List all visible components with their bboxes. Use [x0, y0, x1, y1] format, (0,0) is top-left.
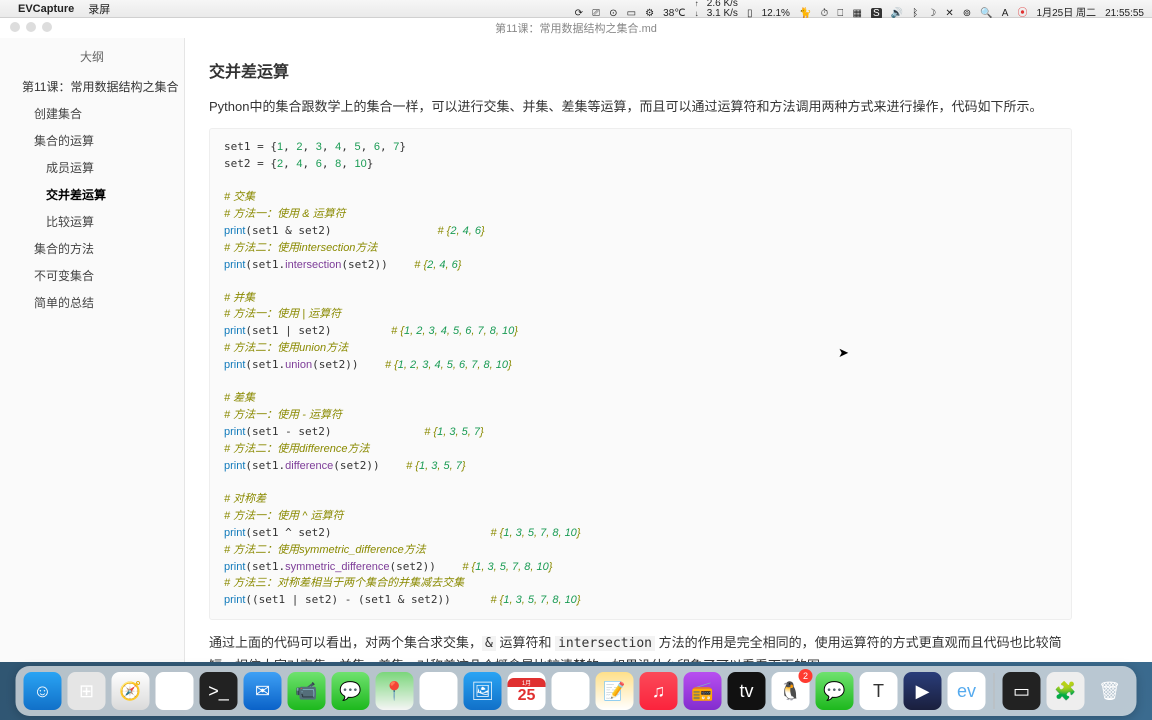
dock-mail-icon[interactable]: ✉ [244, 672, 282, 710]
outline-root[interactable]: 第11课：常用数据结构之集合 [0, 73, 184, 100]
outline-item[interactable]: 集合的运算 [0, 127, 184, 154]
traffic-lights[interactable] [10, 22, 52, 32]
search-icon[interactable]: 🔍 [980, 8, 992, 19]
outline-item[interactable]: 比较运算 [0, 208, 184, 235]
dock-tv-icon[interactable]: tv [728, 672, 766, 710]
editor-window: 第11课：常用数据结构之集合.md 大纲 第11课：常用数据结构之集合 创建集合… [0, 18, 1152, 662]
outline-item[interactable]: 成员运算 [0, 154, 184, 181]
dock-trash-icon[interactable]: 🗑 [1091, 672, 1129, 710]
shortcut-icon[interactable]: ✕ [945, 8, 953, 19]
monitor-icon[interactable]: ⎚ [592, 8, 600, 19]
dock-terminal-icon[interactable]: >_ [200, 672, 238, 710]
bluetooth-icon[interactable]: ᛒ [912, 8, 918, 19]
section-heading: 交并差运算 [209, 58, 1072, 82]
dock-typora-icon[interactable]: T [860, 672, 898, 710]
outline-item[interactable]: 创建集合 [0, 100, 184, 127]
intro-paragraph: Python中的集合跟数学上的集合一样，可以进行交集、并集、差集等运算，而且可以… [209, 96, 1072, 118]
time[interactable]: 21:55:55 [1105, 8, 1144, 19]
s-icon[interactable]: S [871, 8, 882, 19]
outline-item[interactable]: 集合的方法 [0, 235, 184, 262]
a-icon[interactable]: A [1002, 8, 1009, 19]
menubar: EVCapture 录屏 ⟳ ⎚ ⊙ ▭ ⚙ 38℃ ↑ 2.6 K/s↓ 3.… [0, 0, 1152, 18]
dock-chrome-icon[interactable]: ◉ [156, 672, 194, 710]
dock-launchpad-icon[interactable]: ⊞ [68, 672, 106, 710]
battery-percent: 12.1% [762, 8, 790, 19]
article-content: 交并差运算 Python中的集合跟数学上的集合一样，可以进行交集、并集、差集等运… [185, 38, 1152, 662]
dock-notes-icon[interactable]: 📝 [596, 672, 634, 710]
dock: ☺⊞🧭◉>_✉📹💬📍✿🖼1月25☰📝♫📻tv🐧2💬T▶ev▭🧩🗑 [16, 666, 1137, 716]
dnd-icon[interactable]: ☽ [927, 8, 936, 19]
net-speed: ↑ 2.6 K/s↓ 3.1 K/s [695, 0, 738, 19]
menu-item[interactable]: 录屏 [88, 1, 110, 17]
code-block[interactable]: set1 = {1, 2, 3, 4, 5, 6, 7} set2 = {2, … [209, 128, 1072, 620]
window-title: 第11课：常用数据结构之集合.md [495, 20, 657, 36]
titlebar: 第11课：常用数据结构之集合.md [0, 18, 1152, 38]
dock-music-icon[interactable]: ♫ [640, 672, 678, 710]
dock-maps-icon[interactable]: 📍 [376, 672, 414, 710]
record-icon[interactable]: ⦿ [1017, 4, 1027, 19]
loader-icon[interactable]: ⟳ [575, 8, 583, 19]
temp-indicator: 38℃ [663, 8, 685, 19]
camera-icon[interactable]: ⊙ [609, 8, 617, 19]
dock-preview-icon[interactable]: 🖼 [464, 672, 502, 710]
timer-icon[interactable]: ⏱ [821, 8, 829, 19]
dock-safari-icon[interactable]: 🧭 [112, 672, 150, 710]
display-icon[interactable]: ▭ [627, 8, 636, 19]
dock-wechat-icon[interactable]: 💬 [816, 672, 854, 710]
volume-icon[interactable]: 🔊 [891, 8, 903, 19]
dock-player-icon[interactable]: ▶ [904, 672, 942, 710]
dock-desktop-icon[interactable]: ▭ [1003, 672, 1041, 710]
outline-item[interactable]: 交并差运算 [0, 181, 184, 208]
dock-qq-icon[interactable]: 🐧2 [772, 672, 810, 710]
dock-calendar-icon[interactable]: 1月25 [508, 672, 546, 710]
dock-evcapture-icon[interactable]: ev [948, 672, 986, 710]
outline-item[interactable]: 简单的总结 [0, 289, 184, 316]
rect-icon[interactable]: ⎕ [837, 8, 843, 19]
dock-facetime-icon[interactable]: 📹 [288, 672, 326, 710]
window-icon[interactable]: ▦ [852, 8, 861, 19]
app-name[interactable]: EVCapture [18, 3, 74, 15]
sidebar-title: 大纲 [0, 48, 184, 65]
dock-file-icon[interactable]: 🧩 [1047, 672, 1085, 710]
dock-photos-icon[interactable]: ✿ [420, 672, 458, 710]
gear-icon[interactable]: ⚙ [645, 8, 654, 19]
outro-paragraph: 通过上面的代码可以看出，对两个集合求交集，& 运算符和 intersection… [209, 632, 1072, 662]
dock-podcasts-icon[interactable]: 📻 [684, 672, 722, 710]
outline-item[interactable]: 不可变集合 [0, 262, 184, 289]
dock-messages-icon[interactable]: 💬 [332, 672, 370, 710]
date[interactable]: 1月25日 周二 [1037, 4, 1096, 19]
outline-sidebar: 大纲 第11课：常用数据结构之集合 创建集合集合的运算成员运算交并差运算比较运算… [0, 38, 185, 662]
menubar-status: ⟳ ⎚ ⊙ ▭ ⚙ 38℃ ↑ 2.6 K/s↓ 3.1 K/s ▯ 12.1%… [569, 0, 1144, 19]
dock-finder-icon[interactable]: ☺ [24, 672, 62, 710]
wifi-icon[interactable]: ⊚ [963, 8, 971, 19]
battery-icon[interactable]: ▯ [747, 8, 753, 19]
animal-icon[interactable]: 🐈 [799, 8, 811, 19]
dock-reminders-icon[interactable]: ☰ [552, 672, 590, 710]
